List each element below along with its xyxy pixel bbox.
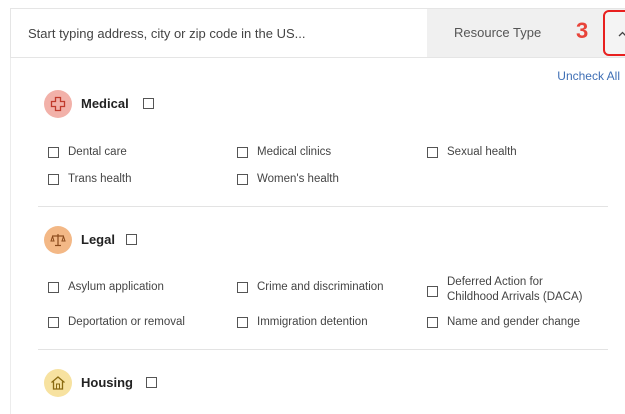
uncheck-all-link[interactable]: Uncheck All bbox=[557, 69, 620, 83]
option-label: Name and gender change bbox=[447, 316, 580, 328]
checkbox[interactable] bbox=[48, 174, 59, 185]
checkbox[interactable] bbox=[427, 317, 438, 328]
section-title-medical: Medical bbox=[81, 96, 129, 111]
checkbox[interactable] bbox=[48, 317, 59, 328]
option-label: Trans health bbox=[68, 173, 132, 185]
resource-type-label: Resource Type bbox=[454, 25, 542, 40]
scales-icon bbox=[44, 226, 72, 254]
checkbox[interactable] bbox=[427, 286, 438, 297]
option-label: Crime and discrimination bbox=[257, 281, 384, 293]
checkbox-housing[interactable] bbox=[146, 377, 157, 388]
checkbox-medical[interactable] bbox=[143, 98, 154, 109]
option-label: Immigration detention bbox=[257, 316, 368, 328]
option-label: Sexual health bbox=[447, 146, 517, 158]
search-input[interactable] bbox=[11, 9, 426, 57]
section-title-housing: Housing bbox=[81, 375, 133, 390]
option-label: Asylum application bbox=[68, 281, 164, 293]
house-icon bbox=[44, 369, 72, 397]
divider bbox=[38, 349, 608, 350]
resource-filter-panel: Uncheck All Medical Dental care Medical … bbox=[10, 58, 625, 414]
checkbox[interactable] bbox=[237, 317, 248, 328]
collapse-button[interactable] bbox=[603, 10, 625, 56]
resource-type-dropdown[interactable]: Resource Type 3 bbox=[427, 9, 625, 57]
checkbox[interactable] bbox=[48, 282, 59, 293]
option-label: Deportation or removal bbox=[68, 316, 185, 328]
checkbox[interactable] bbox=[237, 174, 248, 185]
medical-cross-icon bbox=[44, 90, 72, 118]
option-label: Deferred Action for Childhood Arrivals (… bbox=[447, 276, 583, 303]
option-label: Women's health bbox=[257, 173, 339, 185]
checkbox[interactable] bbox=[237, 147, 248, 158]
checkbox[interactable] bbox=[427, 147, 438, 158]
chevron-up-icon bbox=[618, 31, 625, 37]
search-bar: Resource Type 3 bbox=[10, 8, 625, 58]
option-label: Medical clinics bbox=[257, 146, 332, 158]
option-label: Dental care bbox=[68, 146, 127, 158]
section-title-legal: Legal bbox=[81, 232, 115, 247]
divider bbox=[38, 206, 608, 207]
checkbox[interactable] bbox=[237, 282, 248, 293]
step-number-annotation: 3 bbox=[576, 18, 589, 43]
checkbox-legal[interactable] bbox=[126, 234, 137, 245]
checkbox[interactable] bbox=[48, 147, 59, 158]
